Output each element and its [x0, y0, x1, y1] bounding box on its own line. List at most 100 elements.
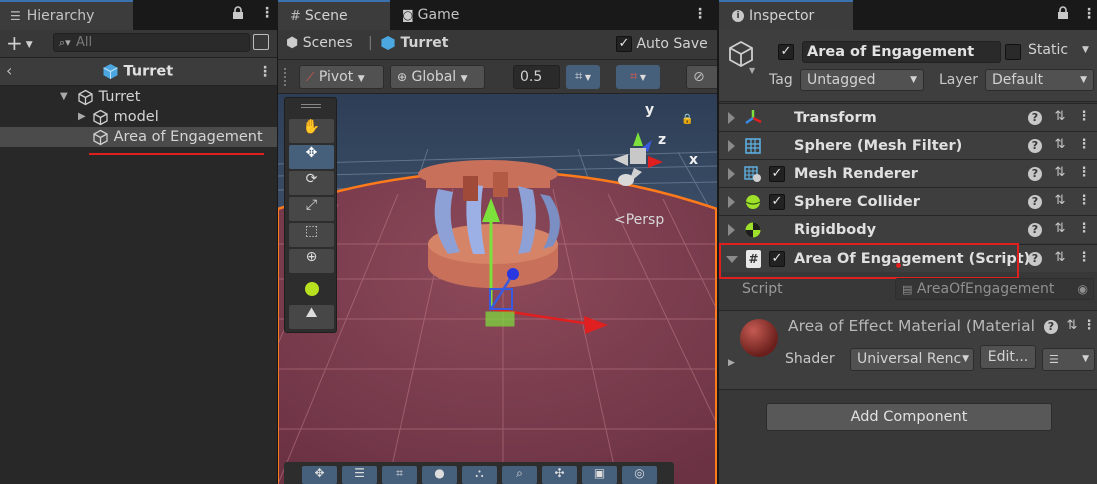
- add-component-button[interactable]: Add Component: [766, 403, 1052, 431]
- help-icon[interactable]: ?: [1044, 320, 1058, 334]
- snap-increment-field[interactable]: 0.5: [513, 65, 560, 89]
- increment-snap-button[interactable]: ⊘: [686, 65, 717, 89]
- grid-visibility-button[interactable]: ⌗ ▼: [616, 65, 660, 89]
- enabled-checkbox[interactable]: ✓: [769, 194, 785, 210]
- fold-down-icon[interactable]: ▼: [60, 87, 68, 107]
- more-menu-icon[interactable]: ⋮: [1076, 250, 1092, 266]
- fold-right-icon[interactable]: [728, 196, 735, 208]
- material-fold-icon[interactable]: ▶: [728, 358, 735, 368]
- more-menu-icon[interactable]: ⋮: [258, 64, 272, 80]
- static-chevron-icon[interactable]: ▼: [1082, 45, 1089, 55]
- gizmo-lock-icon[interactable]: 🔒: [681, 114, 693, 125]
- help-icon[interactable]: ?: [1028, 167, 1042, 181]
- tab-game[interactable]: ◙ Game: [402, 0, 459, 30]
- help-icon[interactable]: ?: [1028, 139, 1042, 153]
- rect-tool-button[interactable]: ⬚: [289, 223, 334, 247]
- grid-snapping-button[interactable]: ⌗ ▼: [566, 65, 600, 89]
- more-menu-icon[interactable]: ⋮: [1082, 6, 1096, 22]
- hand-tool-button[interactable]: ✋: [289, 119, 334, 143]
- preset-icon[interactable]: ⇅: [1064, 318, 1080, 334]
- scene-viewport[interactable]: y z x 🔒 <Persp: [278, 94, 717, 484]
- hierarchy-search-input[interactable]: ⌕▾ All: [53, 33, 250, 52]
- help-icon[interactable]: ?: [1028, 223, 1042, 237]
- preset-icon[interactable]: ⇅: [1052, 193, 1068, 209]
- preset-icon[interactable]: ⇅: [1052, 165, 1068, 181]
- component-transform[interactable]: Transform ? ⇅ ⋮: [719, 103, 1097, 131]
- move-tool-button[interactable]: ✥: [289, 145, 334, 169]
- component-sphere-collider[interactable]: ✓ Sphere Collider ? ⇅ ⋮: [719, 187, 1097, 215]
- tab-hierarchy[interactable]: ☰ Hierarchy: [0, 0, 133, 30]
- tab-inspector[interactable]: i Inspector: [719, 0, 853, 30]
- compass-button[interactable]: ◎: [622, 466, 657, 484]
- preset-icon[interactable]: ⇅: [1052, 250, 1068, 266]
- global-dropdown[interactable]: ⊕ Global ▼: [390, 65, 485, 89]
- help-icon[interactable]: ?: [1028, 252, 1042, 266]
- grid-view-button[interactable]: ⌗: [382, 466, 417, 484]
- custom-tool-button[interactable]: ⛰: [289, 305, 334, 329]
- camera-button[interactable]: ▣: [582, 466, 617, 484]
- fold-right-icon[interactable]: [728, 168, 735, 180]
- fold-right-icon[interactable]: ▶: [78, 107, 86, 127]
- gizmos-button[interactable]: ⛬: [462, 466, 497, 484]
- object-picker-icon[interactable]: ◉: [1078, 279, 1088, 299]
- static-checkbox[interactable]: [1005, 44, 1021, 60]
- scene-bottom-overlay: ✥ ☰ ⌗ ● ⛬ ⌕ ✣ ▣ ◎: [284, 462, 674, 484]
- lock-icon[interactable]: [231, 6, 245, 20]
- more-menu-icon[interactable]: ⋮: [1076, 109, 1092, 125]
- hierarchy-list-icon: ☰: [10, 9, 21, 23]
- script-object-field[interactable]: ▤ AreaOfEngagement ◉: [895, 278, 1094, 300]
- tab-scene[interactable]: # Scene: [278, 0, 390, 30]
- auto-save-toggle[interactable]: ✓ Auto Save: [616, 36, 708, 52]
- pivot-dropdown[interactable]: ⟋ Pivot ▼: [299, 65, 384, 89]
- dropdown-caret-icon[interactable]: ▼: [749, 66, 755, 75]
- fold-right-icon[interactable]: [728, 112, 735, 124]
- tree-item-area-of-engagement[interactable]: Area of Engagement: [0, 127, 277, 147]
- perspective-label[interactable]: <Persp: [614, 212, 664, 228]
- orientation-button[interactable]: ✣: [542, 466, 577, 484]
- tree-item-turret[interactable]: ▼ Turret: [0, 87, 277, 107]
- fold-right-icon[interactable]: [728, 140, 735, 152]
- back-chevron-icon[interactable]: ‹: [6, 61, 12, 80]
- sphere-collider-edit-icon[interactable]: [305, 282, 319, 296]
- auto-save-checkbox[interactable]: ✓: [616, 36, 632, 52]
- help-icon[interactable]: ?: [1028, 111, 1042, 125]
- more-menu-icon[interactable]: ⋮: [1081, 318, 1097, 334]
- preset-icon[interactable]: ⇅: [1052, 137, 1068, 153]
- lock-icon[interactable]: [1056, 6, 1070, 20]
- object-name-field[interactable]: Area of Engagement: [802, 41, 1001, 63]
- breadcrumb-turret[interactable]: Turret: [380, 35, 448, 51]
- help-icon[interactable]: ?: [1028, 195, 1042, 209]
- more-menu-icon[interactable]: ⋮: [693, 6, 707, 22]
- active-checkbox[interactable]: ✓: [778, 44, 794, 60]
- move-view-button[interactable]: ✥: [302, 466, 337, 484]
- enabled-checkbox[interactable]: ✓: [769, 166, 785, 182]
- script-field-label: Script: [742, 281, 783, 297]
- preset-icon[interactable]: ⇅: [1052, 109, 1068, 125]
- component-rigidbody[interactable]: Rigidbody ? ⇅ ⋮: [719, 215, 1097, 243]
- layer-dropdown[interactable]: Default ▼: [985, 69, 1094, 91]
- preset-icon[interactable]: ⇅: [1052, 221, 1068, 237]
- rotate-tool-button[interactable]: ⟳: [289, 171, 334, 195]
- tree-item-model[interactable]: ▶ model: [0, 107, 277, 127]
- edit-shader-button[interactable]: Edit...: [980, 345, 1036, 369]
- shader-dropdown[interactable]: Universal Renc ▼: [850, 348, 974, 371]
- layers-view-button[interactable]: ☰: [342, 466, 377, 484]
- tag-dropdown[interactable]: Untagged ▼: [800, 69, 924, 91]
- breadcrumb-scenes[interactable]: ⬢ Scenes: [286, 35, 353, 51]
- add-dropdown-button[interactable]: + ▼: [6, 32, 40, 54]
- more-menu-icon[interactable]: ⋮: [260, 6, 274, 20]
- more-menu-icon[interactable]: ⋮: [1076, 165, 1092, 181]
- globe-icon: ⊕: [397, 70, 408, 84]
- fold-right-icon[interactable]: [728, 224, 735, 236]
- more-menu-icon[interactable]: ⋮: [1076, 137, 1092, 153]
- component-mesh-filter[interactable]: Sphere (Mesh Filter) ? ⇅ ⋮: [719, 131, 1097, 159]
- transform-tool-button[interactable]: ⊕: [289, 249, 334, 273]
- search-view-button[interactable]: ⌕: [502, 466, 537, 484]
- shading-button[interactable]: ●: [422, 466, 457, 484]
- component-mesh-renderer[interactable]: ✓ Mesh Renderer ? ⇅ ⋮: [719, 159, 1097, 187]
- search-options-icon[interactable]: [253, 34, 269, 50]
- material-options-dropdown[interactable]: ☰ ▼: [1042, 348, 1095, 371]
- more-menu-icon[interactable]: ⋮: [1076, 193, 1092, 209]
- scale-tool-button[interactable]: ⤢: [289, 197, 334, 221]
- more-menu-icon[interactable]: ⋮: [1076, 221, 1092, 237]
